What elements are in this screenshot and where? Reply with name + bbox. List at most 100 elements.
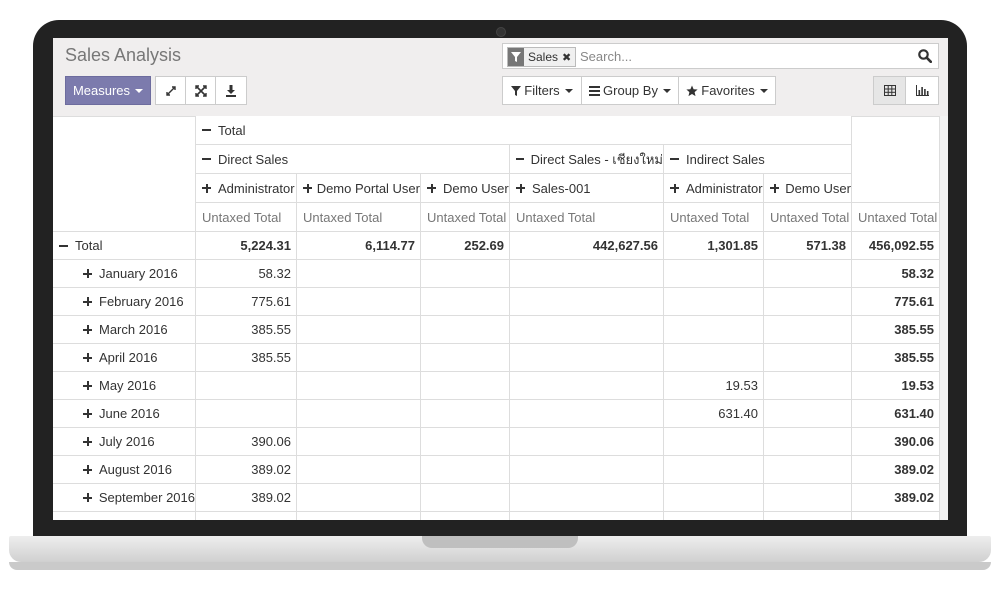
measure-header-total[interactable]: Untaxed Total	[852, 203, 940, 232]
row-header[interactable]: June 2016	[53, 400, 196, 428]
value-cell	[297, 260, 421, 288]
row-header[interactable]: March 2016	[53, 316, 196, 344]
grand-total-cell: 456,092.55	[852, 232, 940, 260]
filter-icon	[508, 48, 524, 66]
col-header-total[interactable]: Total	[196, 116, 852, 145]
measure-header[interactable]: Untaxed Total	[297, 203, 421, 232]
search-facet[interactable]: Sales ✖	[507, 47, 577, 67]
value-cell	[764, 456, 852, 484]
value-cell	[297, 428, 421, 456]
flip-axis-button[interactable]	[155, 76, 186, 105]
row-header[interactable]: September 2016	[53, 484, 196, 512]
total-cell: 252.69	[421, 232, 510, 260]
value-cell: 19.53	[664, 372, 764, 400]
search-icon[interactable]	[918, 49, 933, 68]
col-header-sales-001[interactable]: Sales-001	[510, 174, 664, 203]
value-cell	[510, 260, 664, 288]
value-cell	[510, 456, 664, 484]
value-cell	[764, 316, 852, 344]
value-cell	[664, 344, 764, 372]
caret-down-icon	[662, 88, 671, 93]
value-cell	[297, 372, 421, 400]
search-bar[interactable]: Sales ✖	[502, 43, 939, 69]
value-cell	[297, 344, 421, 372]
value-cell	[664, 512, 764, 520]
row-header[interactable]: February 2016	[53, 288, 196, 316]
expand-icon	[83, 325, 92, 334]
expand-icon	[83, 409, 92, 418]
value-cell	[510, 428, 664, 456]
favorites-button[interactable]: Favorites	[678, 76, 776, 105]
value-cell	[421, 456, 510, 484]
value-cell	[764, 484, 852, 512]
caret-down-icon	[564, 88, 573, 93]
value-cell: 389.02	[196, 484, 297, 512]
value-cell	[664, 316, 764, 344]
collapse-icon	[670, 158, 679, 160]
measure-header[interactable]: Untaxed Total	[664, 203, 764, 232]
measure-header[interactable]: Untaxed Total	[196, 203, 297, 232]
row-header[interactable]: July 2016	[53, 428, 196, 456]
remove-facet-icon[interactable]: ✖	[562, 51, 571, 64]
measure-header[interactable]: Untaxed Total	[764, 203, 852, 232]
row-total-cell: 385.55	[852, 344, 940, 372]
expand-icon	[202, 183, 211, 193]
camera-icon	[496, 27, 506, 37]
list-icon	[589, 85, 601, 96]
facet-label: Sales	[528, 50, 559, 64]
row-header-total[interactable]: Total	[53, 232, 196, 260]
download-icon	[226, 84, 236, 97]
value-cell	[510, 512, 664, 520]
value-cell	[510, 344, 664, 372]
value-cell	[421, 512, 510, 520]
measures-button[interactable]: Measures	[65, 76, 151, 105]
row-header[interactable]: April 2016	[53, 344, 196, 372]
col-header-direct-sales-chiang-mai[interactable]: Direct Sales - เชียงใหม่	[510, 145, 664, 174]
row-total-cell: 390.06	[852, 428, 940, 456]
value-cell	[297, 316, 421, 344]
col-header-direct-sales[interactable]: Direct Sales	[196, 145, 510, 174]
search-input[interactable]	[580, 47, 910, 65]
col-header-administrator-indirect[interactable]: Administrator	[664, 174, 764, 203]
row-total-cell: 775.61	[852, 288, 940, 316]
download-button[interactable]	[215, 76, 247, 105]
value-cell	[421, 400, 510, 428]
value-cell	[510, 372, 664, 400]
row-total-cell: 385.55	[852, 316, 940, 344]
value-cell: 389.02	[196, 456, 297, 484]
app-screen: Sales Analysis Sales ✖ Measures	[53, 38, 948, 520]
row-header[interactable]: May 2016	[53, 372, 196, 400]
bar-chart-icon	[915, 85, 929, 96]
value-cell: 390.06	[196, 428, 297, 456]
measure-header[interactable]: Untaxed Total	[421, 203, 510, 232]
value-cell	[664, 456, 764, 484]
scrollbar[interactable]	[940, 116, 948, 520]
row-header[interactable]	[53, 512, 196, 520]
expand-icon	[83, 465, 92, 474]
value-cell	[764, 260, 852, 288]
expand-all-button[interactable]	[185, 76, 216, 105]
value-cell	[297, 400, 421, 428]
col-header-administrator[interactable]: Administrator	[196, 174, 297, 203]
value-cell	[421, 372, 510, 400]
value-cell	[421, 428, 510, 456]
col-header-demo-user-indirect[interactable]: Demo User	[764, 174, 852, 203]
value-cell	[510, 400, 664, 428]
value-cell	[297, 484, 421, 512]
value-cell	[664, 260, 764, 288]
row-header[interactable]: August 2016	[53, 456, 196, 484]
value-cell	[764, 512, 852, 520]
group-by-button[interactable]: Group By	[581, 76, 679, 105]
filters-button[interactable]: Filters	[502, 76, 582, 105]
row-total-cell: 58.32	[852, 260, 940, 288]
total-cell: 5,224.31	[196, 232, 297, 260]
col-header-indirect-sales[interactable]: Indirect Sales	[664, 145, 852, 174]
col-header-demo-portal-user[interactable]: Demo Portal User	[297, 174, 421, 203]
expand-icon	[83, 381, 92, 390]
row-header[interactable]: January 2016	[53, 260, 196, 288]
pivot-view-button[interactable]	[873, 76, 906, 105]
measure-header[interactable]: Untaxed Total	[510, 203, 664, 232]
col-header-demo-user[interactable]: Demo User	[421, 174, 510, 203]
value-cell	[421, 260, 510, 288]
graph-view-button[interactable]	[905, 76, 939, 105]
